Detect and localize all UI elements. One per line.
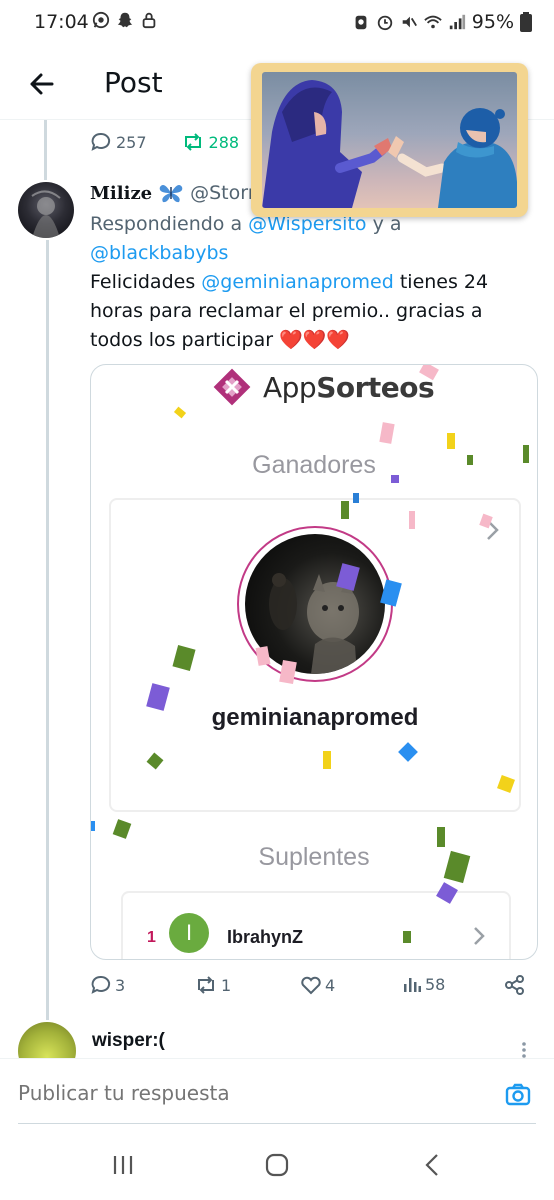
reply-input[interactable] [18, 1081, 478, 1105]
confetti [409, 511, 415, 529]
winner-box: geminianapromed [109, 498, 521, 812]
battery-percent: 95% [471, 11, 514, 33]
confetti [379, 422, 395, 444]
comment-icon [91, 132, 111, 151]
author-name[interactable]: Milize [90, 183, 152, 204]
brand-sorteos: Sorteos [316, 370, 435, 404]
author-name[interactable]: wisper:( [92, 1030, 165, 1052]
views-icon [404, 978, 421, 992]
like-count: 4 [325, 975, 336, 995]
confetti [91, 821, 95, 831]
camera-icon[interactable] [504, 1081, 532, 1109]
tweet-header: Milize @Storm [90, 182, 266, 204]
more-options-icon[interactable] [520, 1040, 528, 1060]
confetti [437, 827, 445, 847]
heart-icon [301, 976, 321, 995]
parent-post-actions: 257 288 [90, 130, 239, 154]
appsorteos-logo-icon [213, 368, 251, 406]
confetti [523, 445, 529, 463]
confetti [173, 406, 187, 419]
snapchat-icon [117, 12, 133, 28]
tweet-text-part: Felicidades [90, 271, 196, 293]
share-action[interactable] [504, 974, 526, 996]
substitute-avatar: I [169, 913, 209, 953]
reply-count: 3 [115, 975, 126, 995]
mention-link[interactable]: @geminianapromed [201, 271, 394, 293]
substitute-row[interactable]: 1 I IbrahynZ [121, 891, 511, 959]
whatsapp-icon [92, 11, 110, 29]
confetti [112, 819, 132, 839]
view-count: 58 [425, 974, 446, 994]
reply-count: 257 [116, 132, 147, 152]
pip-video-frame [262, 72, 517, 208]
reply-action[interactable]: 257 [90, 130, 147, 154]
repost-count: 1 [221, 975, 232, 995]
status-time: 17:04 [34, 11, 89, 33]
reply-actions: 3 1 4 58 [90, 972, 530, 1000]
chevron-right-icon [474, 927, 485, 945]
media-card[interactable]: AppSorteos Ganadores geminianapromed Sup… [90, 364, 538, 960]
views-action[interactable]: 58 [402, 974, 445, 994]
confetti [447, 433, 455, 449]
thread-line [46, 240, 49, 1020]
repost-action[interactable]: 288 [181, 130, 240, 154]
alarm-icon [377, 15, 392, 31]
system-nav-bar [0, 1132, 554, 1200]
substitute-name: IbrahynZ [227, 927, 304, 947]
thread-line [44, 120, 47, 180]
share-icon [505, 975, 524, 995]
tweet-text: Felicidades @geminianapromed tienes 24 h… [90, 268, 530, 355]
status-right-icons: 95% [352, 11, 532, 33]
data-saver-icon [355, 15, 367, 30]
divider [18, 1123, 536, 1124]
page-title: Post [104, 66, 163, 99]
signal-icon [449, 14, 465, 30]
brand-app: App [263, 370, 317, 404]
recent-apps-icon[interactable] [108, 1150, 138, 1180]
repost-icon [184, 133, 201, 151]
confetti [353, 493, 359, 503]
repost-action[interactable]: 1 [194, 974, 231, 996]
like-action[interactable]: 4 [300, 974, 335, 996]
back-icon[interactable] [418, 1150, 448, 1180]
appsorteos-logo: AppSorteos [211, 367, 435, 407]
battery-icon [520, 12, 532, 32]
reply-bar [0, 1058, 554, 1132]
avatar[interactable] [18, 182, 74, 238]
reply-action[interactable]: 3 [90, 974, 125, 996]
substitute-rank: 1 [147, 929, 156, 946]
repost-icon [198, 976, 214, 994]
confetti [403, 931, 411, 943]
repost-count: 288 [208, 132, 240, 152]
lock-icon [142, 12, 156, 29]
mute-icon [402, 16, 417, 28]
heart-emoji: ❤️❤️❤️ [279, 329, 351, 351]
confetti [341, 501, 349, 519]
comment-icon [91, 975, 111, 994]
pip-video[interactable] [251, 63, 528, 217]
home-icon[interactable] [262, 1150, 292, 1180]
replying-to: Respondiendo a @Wispersito y a @blackbab… [90, 210, 530, 268]
replying-prefix: Respondiendo a [90, 213, 243, 235]
confetti [467, 455, 473, 465]
status-bar: 17:04 95% [0, 0, 554, 44]
wifi-icon [424, 15, 442, 29]
substitutes-title: Suplentes [258, 843, 370, 871]
winner-name: geminianapromed [211, 704, 419, 731]
back-arrow-icon[interactable] [24, 66, 60, 102]
mention-link[interactable]: @blackbabybs [90, 242, 228, 264]
confetti [391, 475, 399, 483]
confetti [323, 751, 331, 769]
status-left-icons [92, 11, 158, 29]
butterfly-icon [159, 185, 183, 203]
